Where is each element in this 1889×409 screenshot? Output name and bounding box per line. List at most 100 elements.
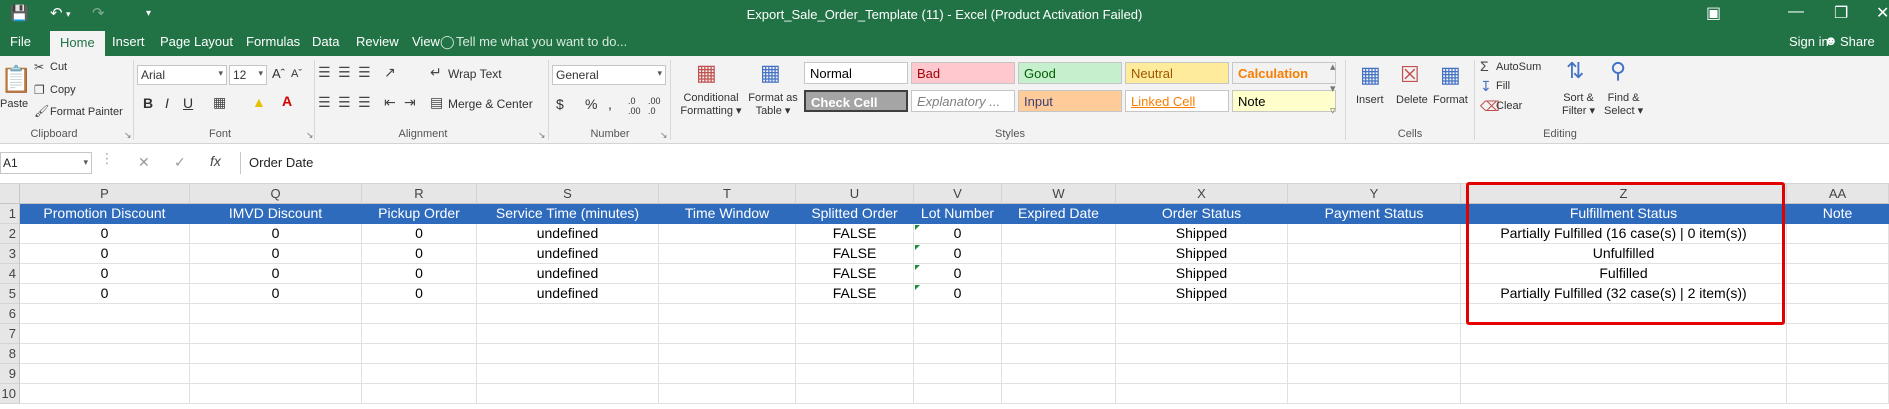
paste-icon[interactable]: 📋 — [0, 64, 32, 95]
row-header-4[interactable]: 4 — [0, 264, 20, 284]
column-header-u[interactable]: U — [796, 184, 914, 204]
wrap-text-button[interactable]: Wrap Text — [448, 67, 502, 81]
find-select-icon[interactable]: ⚲ — [1610, 58, 1626, 84]
column-header-q[interactable]: Q — [190, 184, 362, 204]
cell-t9[interactable] — [659, 364, 796, 384]
cell-q4[interactable]: 0 — [190, 264, 362, 284]
style-normal[interactable]: Normal — [804, 62, 908, 84]
cell-s10[interactable] — [477, 384, 659, 404]
cell-p8[interactable] — [20, 344, 190, 364]
font-name-select[interactable]: Arial ▾ — [137, 65, 227, 85]
align-left-icon[interactable]: ☰ — [318, 94, 331, 111]
cell-r10[interactable] — [362, 384, 477, 404]
cell-v9[interactable] — [914, 364, 1002, 384]
cell-r3[interactable]: 0 — [362, 244, 477, 264]
column-header-aa[interactable]: AA — [1787, 184, 1889, 204]
formula-input[interactable]: Order Date — [240, 152, 1889, 174]
column-header-p[interactable]: P — [20, 184, 190, 204]
error-indicator-icon[interactable] — [915, 265, 920, 270]
insert-cells-button[interactable]: Insert — [1356, 94, 1384, 106]
cell-y4[interactable] — [1288, 264, 1461, 284]
error-indicator-icon[interactable] — [915, 245, 920, 250]
gallery-up-icon[interactable]: ▴ — [1330, 60, 1336, 73]
cell-z7[interactable] — [1461, 324, 1787, 344]
cell-z5[interactable]: Partially Fulfilled (32 case(s) | 2 item… — [1461, 284, 1787, 304]
cell-v8[interactable] — [914, 344, 1002, 364]
cell-aa4[interactable] — [1787, 264, 1889, 284]
cell-p3[interactable]: 0 — [20, 244, 190, 264]
gallery-more-icon[interactable]: ▿ — [1330, 104, 1336, 117]
cell-aa8[interactable] — [1787, 344, 1889, 364]
font-color-icon[interactable]: A — [282, 93, 292, 109]
cell-p9[interactable] — [20, 364, 190, 384]
column-header-r[interactable]: R — [362, 184, 477, 204]
font-size-select[interactable]: 12 ▾ — [229, 65, 267, 85]
cell-s2[interactable]: undefined — [477, 224, 659, 244]
row-header-6[interactable]: 6 — [0, 304, 20, 324]
restore-icon[interactable]: ❐ — [1834, 3, 1848, 23]
cell-z10[interactable] — [1461, 384, 1787, 404]
error-indicator-icon[interactable] — [915, 225, 920, 230]
cell-s7[interactable] — [477, 324, 659, 344]
cell-t3[interactable] — [659, 244, 796, 264]
cell-v5[interactable]: 0 — [914, 284, 1002, 304]
currency-button[interactable]: $ — [556, 96, 564, 112]
cell-w8[interactable] — [1002, 344, 1116, 364]
style-neutral[interactable]: Neutral — [1125, 62, 1229, 84]
autosum-icon[interactable]: Σ — [1480, 58, 1489, 74]
align-right-icon[interactable]: ☰ — [358, 94, 371, 111]
gallery-down-icon[interactable]: ▾ — [1330, 82, 1336, 95]
header-cell-y[interactable]: Payment Status — [1288, 204, 1461, 224]
cell-s8[interactable] — [477, 344, 659, 364]
cell-p2[interactable]: 0 — [20, 224, 190, 244]
increase-decimal-icon[interactable]: .0.00 — [628, 96, 641, 116]
cell-r6[interactable] — [362, 304, 477, 324]
orientation-icon[interactable]: ↗ — [384, 64, 396, 81]
header-cell-z[interactable]: Fulfillment Status — [1461, 204, 1787, 224]
header-cell-s[interactable]: Service Time (minutes) — [477, 204, 659, 224]
cell-z4[interactable]: Fulfilled — [1461, 264, 1787, 284]
cell-w5[interactable] — [1002, 284, 1116, 304]
cell-r5[interactable]: 0 — [362, 284, 477, 304]
error-indicator-icon[interactable] — [915, 285, 920, 290]
cell-y6[interactable] — [1288, 304, 1461, 324]
percent-button[interactable]: % — [585, 96, 597, 112]
merge-center-button[interactable]: Merge & Center — [448, 97, 533, 111]
insert-function-icon[interactable]: fx — [210, 153, 221, 169]
cell-aa6[interactable] — [1787, 304, 1889, 324]
cell-t7[interactable] — [659, 324, 796, 344]
align-center-icon[interactable]: ☰ — [338, 94, 351, 111]
fill-icon[interactable]: ↧ — [1480, 78, 1492, 95]
cell-q6[interactable] — [190, 304, 362, 324]
column-header-x[interactable]: X — [1116, 184, 1288, 204]
copy-icon[interactable]: ❐ — [34, 83, 45, 97]
cell-y8[interactable] — [1288, 344, 1461, 364]
format-as-table-icon[interactable]: ▦ — [760, 60, 781, 86]
cell-aa2[interactable] — [1787, 224, 1889, 244]
cell-r4[interactable]: 0 — [362, 264, 477, 284]
cell-aa3[interactable] — [1787, 244, 1889, 264]
cell-t10[interactable] — [659, 384, 796, 404]
insert-cells-icon[interactable]: ▦ — [1360, 62, 1381, 88]
cell-y10[interactable] — [1288, 384, 1461, 404]
minimize-icon[interactable]: — — [1788, 3, 1804, 21]
tab-page-layout[interactable]: Page Layout — [160, 34, 233, 49]
style-input[interactable]: Input — [1018, 90, 1122, 112]
style-note[interactable]: Note — [1232, 90, 1336, 112]
cancel-icon[interactable]: ✕ — [138, 154, 150, 171]
clear-button[interactable]: Clear — [1496, 100, 1522, 112]
cell-x5[interactable]: Shipped — [1116, 284, 1288, 304]
cell-q9[interactable] — [190, 364, 362, 384]
cell-y3[interactable] — [1288, 244, 1461, 264]
decrease-indent-icon[interactable]: ⇤ — [384, 94, 396, 111]
cell-aa5[interactable] — [1787, 284, 1889, 304]
row-header-5[interactable]: 5 — [0, 284, 20, 304]
cell-y2[interactable] — [1288, 224, 1461, 244]
cell-s5[interactable]: undefined — [477, 284, 659, 304]
autosum-button[interactable]: AutoSum — [1496, 61, 1541, 73]
cell-x7[interactable] — [1116, 324, 1288, 344]
column-header-y[interactable]: Y — [1288, 184, 1461, 204]
cell-w2[interactable] — [1002, 224, 1116, 244]
header-cell-v[interactable]: Lot Number — [914, 204, 1002, 224]
cell-r2[interactable]: 0 — [362, 224, 477, 244]
